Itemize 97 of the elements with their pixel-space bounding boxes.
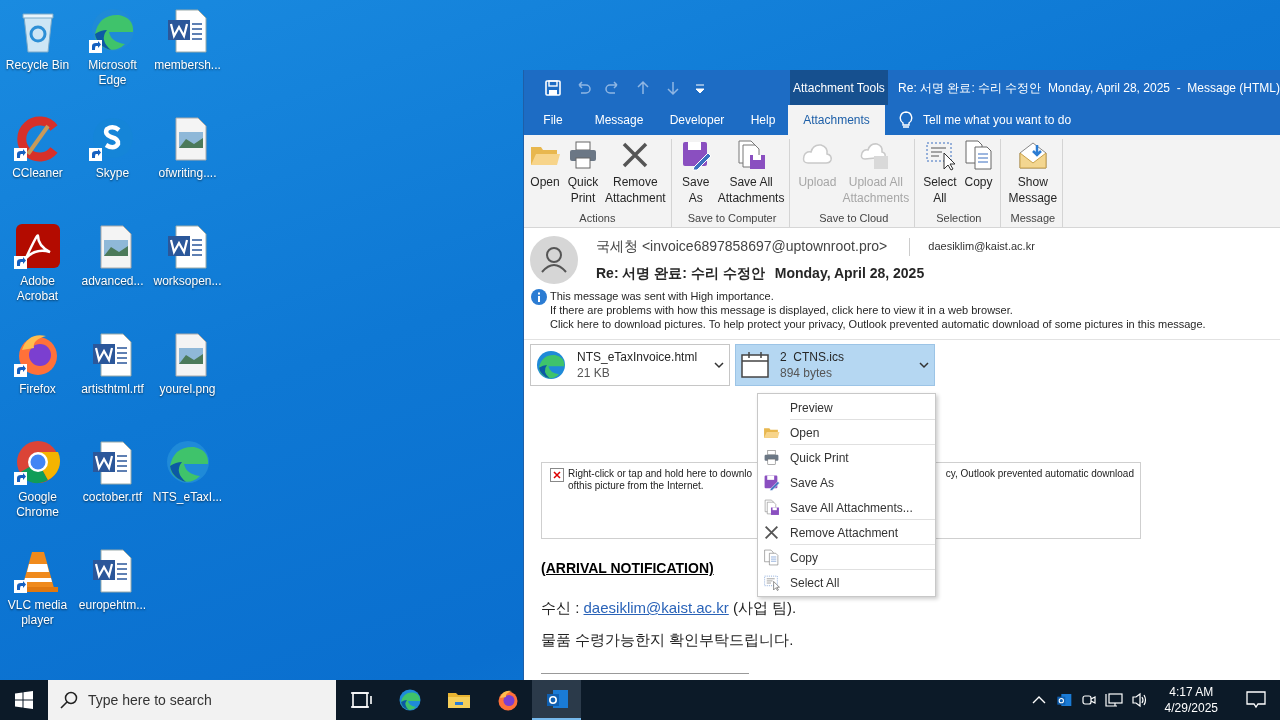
ribbon-tab[interactable]: Developer: [656, 105, 738, 135]
ribbon-tab[interactable]: Help: [738, 105, 788, 135]
desktop-icon-label[interactable]: CCleaner: [0, 166, 75, 181]
desktop-icon-label[interactable]: artisthtml.rtf: [75, 382, 150, 397]
pdf-app-icon[interactable]: [13, 222, 62, 270]
ribbon-button[interactable]: Save All Attachments: [714, 139, 788, 206]
windows-start-icon[interactable]: [15, 691, 33, 709]
context-tab-label: Attachment Tools: [789, 70, 889, 105]
ribbon-group-label: Message: [1009, 210, 1057, 226]
attachment-chip[interactable]: 2 CTNS.ics 894 bytes: [735, 344, 935, 386]
camera-icon[interactable]: [1080, 692, 1097, 708]
ribbon-tab[interactable]: Attachments: [788, 105, 885, 135]
ribbon-button[interactable]: Quick Print: [564, 139, 602, 206]
copy-icon: [962, 139, 995, 171]
desktop-icon-label[interactable]: Adobe Acrobat: [0, 274, 75, 304]
edge-logo-icon: [535, 349, 567, 381]
chevron-up-icon[interactable]: [1031, 695, 1046, 705]
menu-item[interactable]: Save All Attachments...: [790, 498, 913, 517]
desktop-icon-label[interactable]: europehtm...: [75, 598, 150, 613]
info-text: This message was sent with High importance.: [550, 289, 775, 303]
desktop-icon-label[interactable]: NTS_eTaxI...: [150, 490, 225, 505]
desktop-icon-label[interactable]: advanced...: [75, 274, 150, 289]
desktop-icon-label[interactable]: yourel.png: [150, 382, 225, 397]
placeholder-text: cy, Outlook prevented automatic download: [945, 468, 1134, 480]
desktop-icon-label[interactable]: Skype: [75, 166, 150, 181]
floppy-pencil-icon: [762, 474, 780, 491]
window-title: Re: 서명 완료: 수리 수정안 Monday, April 28, 2025 - Message (HTML): [898, 79, 1280, 97]
search-field[interactable]: Type here to search: [48, 680, 336, 720]
documents-floppy-icon: [735, 139, 768, 171]
menu-item[interactable]: Copy: [790, 548, 818, 567]
clock[interactable]: 4:17 AM 4/29/2025: [1158, 684, 1224, 716]
placeholder-text: Right-click or tap and hold here to downlo: [568, 468, 752, 480]
ribbon-group-label: Save to Cloud: [818, 210, 890, 226]
volume-icon[interactable]: [1130, 692, 1149, 708]
placeholder-text: ofthis picture from the Internet.: [568, 480, 704, 492]
menu-item[interactable]: Open: [790, 423, 820, 442]
selection-cursor-icon: [923, 139, 956, 171]
chevron-down-icon: [713, 359, 725, 371]
email-link[interactable]: daesiklim@kaist.ac.kr: [583, 597, 729, 620]
ribbon-group-label: Save to Computer: [686, 210, 778, 226]
lightbulb-icon: [899, 111, 913, 129]
heading-text: (ARRIVAL NOTIFICATION): [541, 559, 714, 578]
desktop-icon-label[interactable]: Microsoft Edge: [75, 58, 150, 88]
avatar-icon: [530, 236, 578, 284]
ribbon-tab[interactable]: Message: [582, 105, 656, 135]
info-icon: [531, 289, 547, 305]
ribbon-button[interactable]: Remove Attachment: [602, 139, 669, 206]
printer-icon: [567, 139, 599, 171]
search-icon: [60, 691, 78, 709]
menu-item[interactable]: Save As: [790, 473, 835, 492]
tell-me-search[interactable]: Tell me what you want to do: [923, 111, 1072, 129]
selection-cursor-icon: [762, 574, 780, 591]
edge-logo-icon[interactable]: [88, 6, 137, 54]
menu-item[interactable]: Quick Print: [790, 448, 849, 467]
menu-item[interactable]: Preview: [790, 398, 833, 417]
ribbon-button[interactable]: Open: [526, 139, 564, 190]
sender-address: 국세청 <invoice6897858697@uptownroot.pro>: [596, 237, 888, 256]
desktop-icon-label[interactable]: Firefox: [0, 382, 75, 397]
outlook-logo-icon[interactable]: [1055, 692, 1072, 708]
ribbon-tab[interactable]: File: [524, 105, 582, 135]
menu-item[interactable]: Select All: [790, 573, 840, 592]
ribbon-group-label: Actions: [578, 210, 617, 226]
ribbon-button[interactable]: Select All: [920, 139, 960, 206]
ribbon-button[interactable]: Show Message: [1005, 139, 1061, 206]
desktop-icon-label[interactable]: Google Chrome: [0, 490, 75, 520]
ribbon-button[interactable]: Save As: [676, 139, 715, 206]
info-text: If there are problems with how this message is displayed, click here to view it in a web browser.: [550, 303, 1014, 317]
documents-floppy-icon: [762, 499, 780, 516]
desktop-icon-label[interactable]: Recycle Bin: [0, 58, 75, 73]
desktop-icon-label[interactable]: ofwriting....: [150, 166, 225, 181]
x-icon: [762, 524, 780, 541]
team-text: (사업 팀).: [731, 598, 797, 618]
outlook-logo-icon: [544, 687, 569, 711]
notification-icon[interactable]: [1246, 691, 1266, 709]
chevron-down-icon: [918, 359, 930, 371]
ribbon-button[interactable]: Copy: [959, 139, 998, 190]
calendar-icon: [740, 350, 770, 380]
request-text: 물품 수령가능한지 확인부탁드립니다.: [541, 629, 795, 650]
ribbon-group-label: Selection: [935, 210, 983, 226]
broken-image-icon: [550, 468, 564, 482]
desktop-icon-label[interactable]: coctober.rtf: [75, 490, 150, 505]
attachment-chip[interactable]: NTS_eTaxInvoice.html 21 KB: [530, 344, 730, 386]
desktop-icon-label[interactable]: VLC media player: [0, 598, 75, 628]
desktop-icon-label[interactable]: worksopen...: [150, 274, 225, 289]
edge-logo-icon: [397, 688, 422, 712]
recipient-address: daesiklim@kaist.ac.kr: [928, 239, 1035, 255]
network-icon[interactable]: [1104, 692, 1123, 708]
recipient-label: 수신 :: [541, 598, 581, 618]
menu-item[interactable]: Remove Attachment: [790, 523, 899, 542]
chrome-logo-icon[interactable]: [13, 438, 62, 486]
desktop-icon-label[interactable]: membersh...: [150, 58, 225, 73]
copy-icon: [762, 549, 780, 566]
printer-icon: [762, 449, 780, 466]
save-icon[interactable]: [544, 78, 562, 97]
subject-text: Re: 서명 완료: 수리 수정안: [596, 264, 765, 283]
date-text: Monday, April 28, 2025: [774, 264, 925, 283]
info-text: Click here to download pictures. To help protect your privacy, Outlook prevented automatic download of some pictures in this message.: [550, 317, 1206, 331]
